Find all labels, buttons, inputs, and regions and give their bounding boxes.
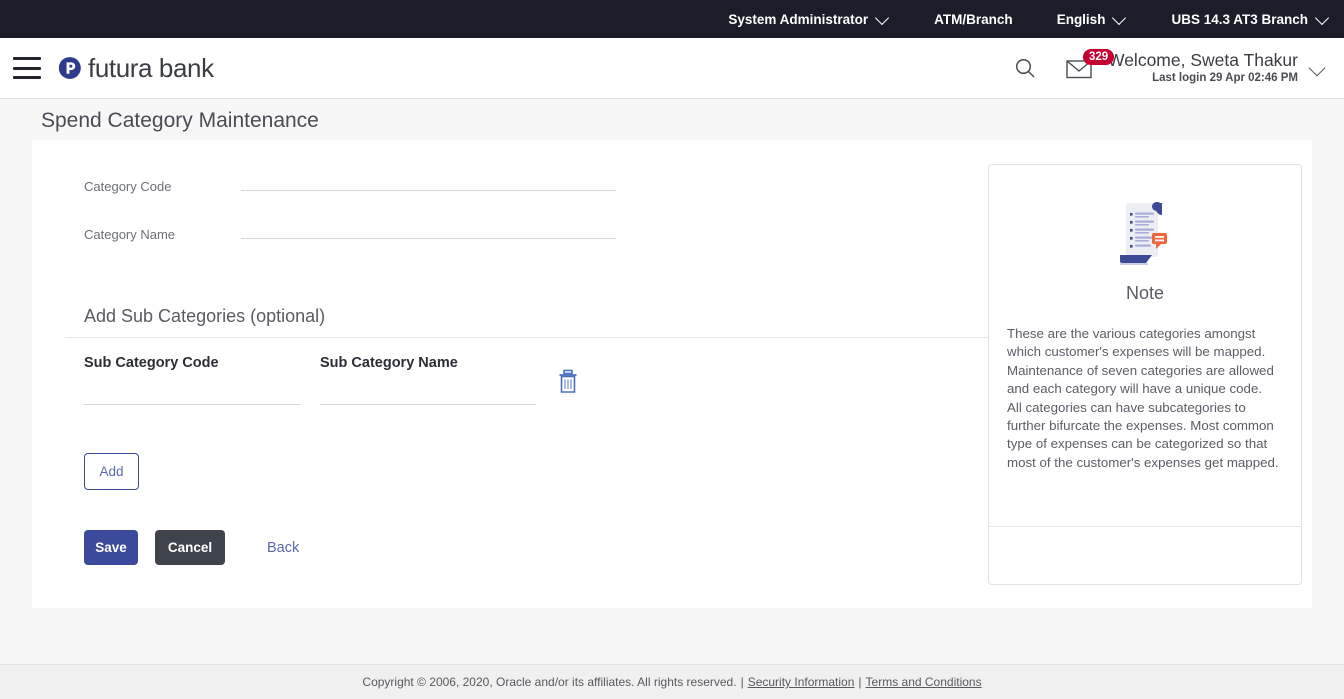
category-name-input[interactable] bbox=[241, 212, 616, 232]
sub-category-code-input[interactable] bbox=[84, 378, 300, 398]
sub-category-name-input[interactable] bbox=[320, 378, 536, 398]
topbar-label: UBS 14.3 AT3 Branch bbox=[1171, 11, 1308, 27]
topbar-label: ATM/Branch bbox=[934, 11, 1013, 27]
futura-bank-logo-icon bbox=[58, 57, 81, 79]
terms-and-conditions-link[interactable]: Terms and Conditions bbox=[866, 675, 982, 689]
save-button[interactable]: Save bbox=[84, 530, 138, 565]
column-header-sub-category-name: Sub Category Name bbox=[320, 355, 458, 371]
page-title-bar: Spend Category Maintenance bbox=[0, 99, 1344, 143]
welcome-message: Welcome, Sweta Thakur bbox=[1108, 50, 1298, 71]
brand-name: futura bank bbox=[88, 52, 214, 83]
category-code-underline bbox=[241, 190, 616, 191]
user-welcome-block[interactable]: Welcome, Sweta Thakur Last login 29 Apr … bbox=[1108, 50, 1298, 85]
footer-separator-1: | bbox=[740, 675, 744, 689]
note-document-icon bbox=[1120, 202, 1167, 265]
footer-separator-2: | bbox=[858, 675, 862, 689]
topbar-item-branch-selector[interactable]: UBS 14.3 AT3 Branch bbox=[1171, 12, 1330, 27]
note-icon-wrapper bbox=[1007, 197, 1283, 269]
category-name-label: Category Name bbox=[84, 227, 176, 242]
last-login-text: Last login 29 Apr 02:46 PM bbox=[1152, 72, 1298, 85]
user-menu-chevron-down-icon[interactable] bbox=[1310, 60, 1326, 76]
chevron-down-icon bbox=[877, 12, 890, 25]
category-code-input[interactable] bbox=[241, 164, 616, 184]
sub-category-code-underline bbox=[84, 404, 300, 405]
mail-notifications[interactable]: 329 bbox=[1066, 48, 1115, 79]
subcategories-section-title: Add Sub Categories (optional) bbox=[84, 306, 326, 326]
brand-logo[interactable]: futura bank bbox=[55, 53, 214, 84]
form-action-row: Save Cancel Back bbox=[84, 530, 299, 565]
security-information-link[interactable]: Security Information bbox=[748, 675, 855, 689]
chevron-down-icon bbox=[1317, 12, 1330, 25]
page-title: Spend Category Maintenance bbox=[41, 109, 319, 132]
sub-category-name-underline bbox=[320, 404, 536, 405]
back-button[interactable]: Back bbox=[267, 540, 299, 556]
header-right-group: 329 Welcome, Sweta Thakur Last login 29 … bbox=[1014, 48, 1326, 85]
page-footer: Copyright © 2006, 2020, Oracle and/or it… bbox=[0, 664, 1344, 699]
note-panel: Note These are the various categories am… bbox=[988, 164, 1302, 585]
topbar-item-system-administrator[interactable]: System Administrator bbox=[728, 12, 890, 27]
add-sub-category-button[interactable]: Add bbox=[84, 453, 139, 490]
topbar-item-atm-branch[interactable]: ATM/Branch bbox=[934, 12, 1013, 27]
note-body-text: These are the various categories amongst… bbox=[1007, 326, 1279, 470]
chevron-down-icon bbox=[1114, 12, 1127, 25]
search-icon[interactable] bbox=[1014, 57, 1036, 79]
app-header: futura bank 329 Welcome, Sweta Thakur La… bbox=[0, 38, 1344, 99]
top-utility-bar: System Administrator ATM/Branch English … bbox=[0, 0, 1344, 38]
note-heading: Note bbox=[1125, 283, 1165, 303]
note-divider bbox=[989, 526, 1301, 527]
trash-icon bbox=[559, 369, 577, 393]
delete-row-button[interactable] bbox=[554, 368, 582, 398]
mail-badge-count: 329 bbox=[1083, 48, 1115, 65]
topbar-label: System Administrator bbox=[728, 11, 869, 27]
footer-copyright: Copyright © 2006, 2020, Oracle and/or it… bbox=[362, 675, 737, 689]
topbar-item-english[interactable]: English bbox=[1057, 12, 1128, 27]
cancel-button[interactable]: Cancel bbox=[155, 530, 225, 565]
topbar-label: English bbox=[1056, 11, 1106, 27]
note-panel-inner: Note These are the various categories am… bbox=[989, 165, 1301, 472]
category-name-underline bbox=[241, 238, 616, 239]
category-code-label: Category Code bbox=[84, 179, 172, 194]
section-divider bbox=[65, 337, 1010, 338]
column-header-sub-category-code: Sub Category Code bbox=[84, 355, 219, 371]
hamburger-icon[interactable] bbox=[13, 57, 41, 79]
